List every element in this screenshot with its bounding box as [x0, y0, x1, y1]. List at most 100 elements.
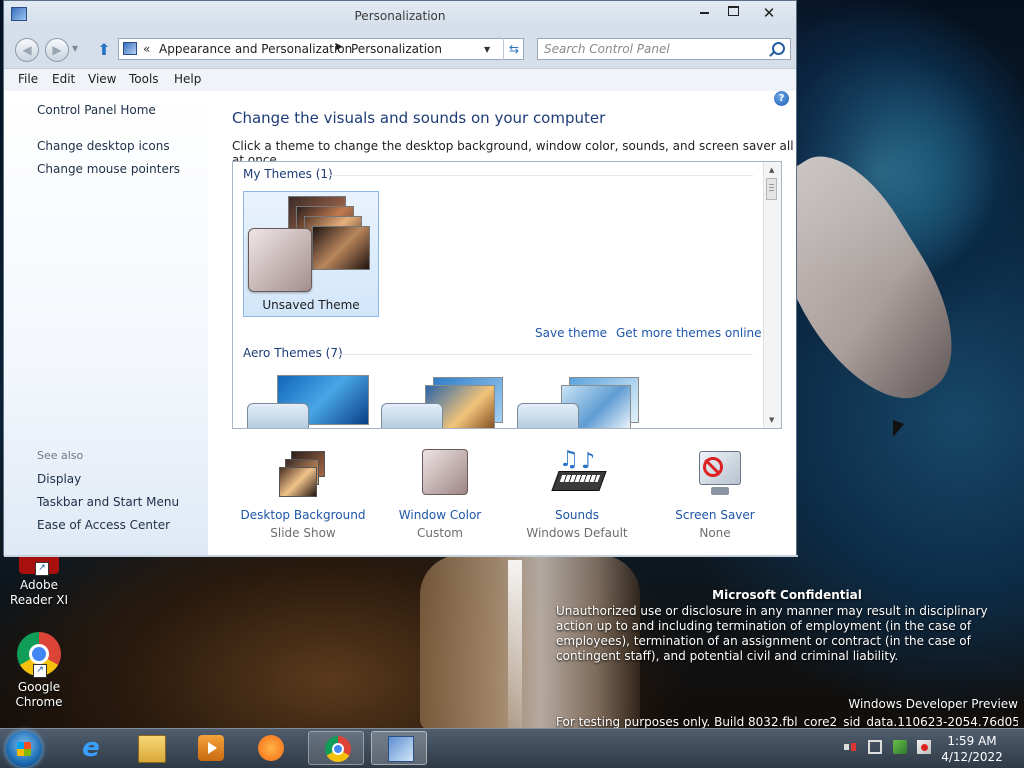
menu-edit[interactable]: Edit: [52, 72, 75, 86]
window-body: Control Panel Home Change desktop icons …: [4, 91, 796, 555]
taskbar-internet-explorer[interactable]: e: [62, 731, 118, 765]
scrollbar-thumb[interactable]: [766, 178, 777, 200]
setting-label[interactable]: Desktop Background: [233, 507, 373, 524]
change-desktop-icons-link[interactable]: Change desktop icons: [37, 139, 170, 153]
recent-pages-dropdown[interactable]: ▼: [72, 44, 78, 53]
watermark-body: Unauthorized use or disclosure in any ma…: [556, 604, 988, 663]
get-more-themes-online-link[interactable]: Get more themes online: [616, 326, 762, 340]
folder-icon: [138, 735, 166, 763]
setting-value: None: [699, 526, 731, 540]
clock-date: 4/12/2022: [941, 750, 1003, 764]
scroll-down-icon[interactable]: ▼: [769, 416, 774, 424]
ease-of-access-center-link[interactable]: Ease of Access Center: [37, 518, 170, 532]
address-bar[interactable]: « Appearance and Personalization ▶ Perso…: [118, 38, 524, 60]
taskbar: e 1:59 AM 4/12/2022: [0, 728, 1024, 768]
minimize-icon: [699, 12, 709, 14]
close-button[interactable]: ✕: [754, 4, 784, 22]
wallpaper-light-beam: [508, 560, 522, 728]
search-box[interactable]: [537, 38, 791, 60]
taskbar-uc-browser[interactable]: [242, 731, 298, 765]
search-icon[interactable]: [772, 42, 785, 55]
theme-list-scrollbar[interactable]: ▲ ▼: [763, 162, 781, 428]
maximize-button[interactable]: [718, 4, 748, 22]
media-player-icon: [198, 735, 224, 761]
main-content: ? Change the visuals and sounds on your …: [208, 91, 796, 555]
page-title: Change the visuals and sounds on your co…: [232, 109, 606, 127]
refresh-button[interactable]: ⇆: [503, 38, 524, 60]
sounds-icon: ♫ ♪: [547, 449, 607, 501]
action-center-icon[interactable]: [893, 740, 907, 754]
menu-bar: File Edit View Tools Help: [4, 68, 796, 92]
breadcrumb-overflow[interactable]: «: [143, 42, 150, 56]
network-icon[interactable]: [868, 740, 882, 754]
theme-color-swatch: [517, 403, 579, 428]
scroll-up-icon[interactable]: ▲: [769, 166, 774, 174]
watermark-edition: Windows Developer Preview: [848, 697, 1018, 711]
setting-label[interactable]: Screen Saver: [645, 507, 785, 524]
back-button[interactable]: ◀: [15, 38, 39, 62]
taskbar-google-chrome[interactable]: [308, 731, 364, 765]
desktop-icon-adobe-reader[interactable]: ↗ Adobe Reader XI: [0, 548, 78, 608]
chevron-down-icon: ▼: [72, 44, 79, 53]
chrome-icon: ↗: [17, 632, 61, 678]
menu-tools[interactable]: Tools: [129, 72, 159, 86]
address-dropdown-icon[interactable]: ▼: [484, 45, 490, 54]
theme-color-swatch: [381, 403, 443, 428]
desktop-background-icon: [273, 449, 333, 501]
taskbar-and-start-menu-link[interactable]: Taskbar and Start Menu: [37, 495, 179, 509]
forward-button[interactable]: ▶: [45, 38, 69, 62]
breadcrumb-personalization[interactable]: Personalization: [351, 42, 442, 56]
refresh-icon: ⇆: [508, 42, 520, 56]
back-arrow-icon: ◀: [22, 43, 32, 57]
volume-muted-icon[interactable]: [843, 740, 857, 754]
theme-color-swatch: [247, 403, 309, 428]
shortcut-arrow-icon: ↗: [35, 562, 49, 576]
breadcrumb-separator-icon[interactable]: ▶: [336, 42, 343, 52]
taskbar-windows-explorer[interactable]: [122, 731, 178, 765]
start-button[interactable]: [6, 731, 42, 767]
theme-list: My Themes (1) Unsaved Theme Save theme G…: [232, 161, 782, 429]
forward-arrow-icon: ▶: [52, 43, 62, 57]
theme-wallpaper-preview: [312, 226, 370, 270]
desktop-background-setting[interactable]: Desktop Background Slide Show: [233, 449, 373, 542]
chrome-icon: [325, 736, 351, 762]
up-arrow-icon: ⬆: [97, 40, 111, 59]
uc-browser-icon: [258, 735, 284, 761]
confidential-watermark: Microsoft Confidential Unauthorized use …: [556, 588, 1018, 664]
up-button[interactable]: ⬆: [96, 41, 112, 59]
notification-flag-icon[interactable]: [917, 740, 931, 754]
desktop-icon-google-chrome[interactable]: ↗ Google Chrome: [0, 632, 78, 710]
setting-label[interactable]: Window Color: [370, 507, 510, 524]
taskbar-clock[interactable]: 1:59 AM 4/12/2022: [940, 733, 1004, 765]
taskbar-media-player[interactable]: [182, 731, 238, 765]
window-color-setting[interactable]: Window Color Custom: [370, 449, 510, 542]
desktop-icon-label: Adobe Reader XI: [9, 578, 69, 607]
shortcut-arrow-icon: ↗: [33, 664, 47, 678]
help-icon[interactable]: ?: [774, 91, 789, 106]
control-panel-home-link[interactable]: Control Panel Home: [37, 103, 156, 117]
group-my-themes: My Themes (1): [243, 167, 333, 181]
minimize-button[interactable]: [689, 4, 719, 22]
desktop-icon-label: Google Chrome: [15, 680, 63, 709]
menu-file[interactable]: File: [18, 72, 38, 86]
menu-view[interactable]: View: [88, 72, 116, 86]
breadcrumb-appearance-and-personalization[interactable]: Appearance and Personalization: [159, 42, 352, 56]
theme-unsaved-theme[interactable]: Unsaved Theme: [243, 191, 379, 317]
save-theme-link[interactable]: Save theme: [535, 326, 607, 340]
display-link[interactable]: Display: [37, 472, 81, 486]
group-divider: [327, 175, 753, 176]
change-mouse-pointers-link[interactable]: Change mouse pointers: [37, 162, 180, 176]
watermark-build: For testing purposes only. Build 8032.fb…: [556, 715, 1018, 728]
screen-saver-setting[interactable]: Screen Saver None: [645, 449, 785, 542]
setting-label[interactable]: Sounds: [507, 507, 647, 524]
windows-logo-icon: [17, 742, 31, 756]
title-bar[interactable]: Personalization ✕: [4, 1, 796, 30]
window-title: Personalization: [354, 9, 446, 23]
search-input[interactable]: [544, 41, 764, 57]
control-panel-icon: [388, 736, 414, 762]
group-divider: [337, 354, 753, 355]
sounds-setting[interactable]: ♫ ♪ Sounds Windows Default: [507, 449, 647, 542]
taskbar-control-panel[interactable]: [371, 731, 427, 765]
menu-help[interactable]: Help: [174, 72, 201, 86]
watermark-title: Microsoft Confidential: [712, 588, 862, 602]
